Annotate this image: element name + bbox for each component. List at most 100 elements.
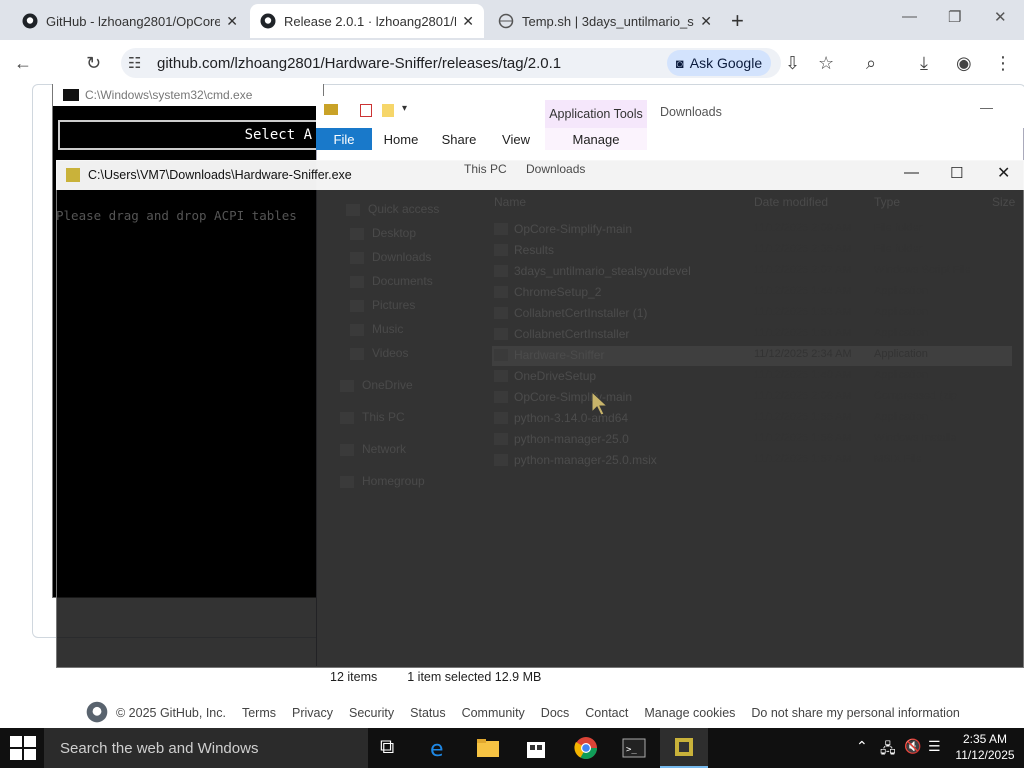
tray-chevron-icon[interactable]: ⌃ [856, 738, 868, 755]
chrome-icon[interactable] [574, 736, 598, 760]
qat-dropdown-icon[interactable]: ▾ [402, 103, 407, 114]
sniffer-maximize-icon[interactable]: ☐ [950, 164, 963, 182]
footer-link-privacy[interactable]: Privacy [292, 706, 333, 720]
nav-documents[interactable]: Documents [350, 274, 433, 288]
close-icon[interactable]: ✕ [462, 13, 474, 30]
col-size[interactable]: Size [992, 195, 1015, 209]
close-icon[interactable]: ✕ [226, 13, 238, 30]
tab-share[interactable]: Share [436, 128, 482, 150]
ask-google-button[interactable]: ◙ Ask Google [667, 50, 771, 76]
file-type: Windows Installe [874, 432, 957, 444]
nav-downloads[interactable]: Downloads [350, 250, 431, 264]
task-view-icon[interactable]: ⧉ [380, 736, 404, 760]
nav-network[interactable]: Network [340, 442, 406, 456]
file-row[interactable]: Results 11/12/2025 2:35 AM File folder [492, 241, 1012, 261]
tab-github-opcore[interactable]: GitHub - lzhoang2801/OpCore ✕ [12, 4, 248, 38]
file-row[interactable]: python-manager-25.0.msix 11/12/2025 1:57 … [492, 451, 1012, 471]
file-row[interactable]: python-manager-25.0 11/12/2025 1:58 AM Win… [492, 430, 1012, 450]
nav-homegroup[interactable]: Homegroup [340, 474, 425, 488]
footer-link-manage-cookies[interactable]: Manage cookies [644, 706, 735, 720]
file-date: 11/12/2025 1:40 AM [754, 369, 852, 381]
file-row[interactable]: CollabnetCertInstaller (1) 11/12/2025 1:5… [492, 304, 1012, 324]
tab-view[interactable]: View [494, 128, 538, 150]
properties-icon[interactable] [360, 104, 372, 117]
volume-muted-icon[interactable]: 🔇 [904, 738, 921, 755]
file-row[interactable]: ChromeSetup_2 11/12/2025 1:44 AM Applicati… [492, 283, 1012, 303]
footer-link-status[interactable]: Status [410, 706, 445, 720]
taskbar-search[interactable]: Search the web and Windows [44, 728, 368, 768]
nav-pictures[interactable]: Pictures [350, 298, 415, 312]
file-row-selected[interactable]: Hardware-Sniffer 11/12/2025 2:34 AM Applic… [492, 346, 1012, 366]
footer-link-community[interactable]: Community [462, 706, 525, 720]
sniffer-app-icon [66, 168, 80, 182]
tab-home[interactable]: Home [378, 128, 424, 150]
file-row[interactable]: 3days_untilmario_stealsyoudevel 11/12/202… [492, 262, 1012, 282]
bookmark-star-icon[interactable]: ☆ [818, 53, 834, 74]
folder-icon [324, 104, 338, 115]
file-row[interactable]: OpCore-Simplify-main 11/12/2025 2:09 AM Fi… [492, 220, 1012, 240]
file-name: 3days_untilmario_stealsyoudevel [514, 264, 691, 278]
taskbar-clock[interactable]: 2:35 AM 11/12/2025 [950, 731, 1020, 763]
tab-manage[interactable]: Manage [545, 128, 647, 150]
ask-google-label: Ask Google [689, 55, 763, 71]
network-tray-icon[interactable]: 🖧 [880, 738, 896, 762]
tab-label: Release 2.0.1 · lzhoang2801/Ha [284, 13, 457, 29]
tab-temp-sh[interactable]: Temp.sh | 3days_untilmario_ste ✕ [488, 4, 722, 38]
new-folder-icon[interactable] [382, 104, 394, 117]
site-settings-icon[interactable]: ☷ [128, 54, 141, 72]
file-row[interactable]: OneDriveSetup 11/12/2025 1:40 AM Applicati… [492, 367, 1012, 387]
menu-icon[interactable]: ⋮ [994, 53, 1012, 74]
file-date: 11/12/2025 1:53 AM [754, 306, 852, 318]
breadcrumb-this-pc[interactable]: This PC [464, 162, 507, 176]
nav-this-pc[interactable]: This PC [340, 410, 405, 424]
nav-label: Documents [372, 274, 433, 288]
tab-search-icon[interactable]: ⌕ [866, 53, 876, 74]
nav-quick-access[interactable]: Quick access [346, 202, 439, 216]
file-name: OneDriveSetup [514, 369, 597, 383]
sniffer-close-icon[interactable]: ✕ [997, 163, 1010, 183]
nav-onedrive[interactable]: OneDrive [340, 378, 413, 392]
file-row[interactable]: python-3.14.0-amd64 11/12/2025 1:55 AM App… [492, 409, 1012, 429]
col-name[interactable]: Name [494, 195, 526, 209]
sniffer-title: C:\Users\VM7\Downloads\Hardware-Sniffer.… [88, 168, 352, 182]
url-text[interactable]: github.com/lzhoang2801/Hardware-Sniffer/… [157, 55, 561, 72]
install-app-icon[interactable]: ⇩ [785, 53, 800, 74]
footer-link-docs[interactable]: Docs [541, 706, 569, 720]
windows-start-icon[interactable] [10, 736, 36, 763]
explorer-minimize-icon[interactable]: — [980, 100, 993, 115]
col-date[interactable]: Date modified [754, 195, 828, 209]
close-window-icon[interactable]: ✕ [994, 8, 1007, 26]
file-date: 11/12/2025 1:51 AM [754, 327, 852, 339]
col-type[interactable]: Type [874, 195, 900, 209]
reload-icon[interactable]: ↻ [86, 53, 101, 74]
file-row[interactable]: CollabnetCertInstaller 11/12/2025 1:51 AM… [492, 325, 1012, 345]
footer-link-security[interactable]: Security [349, 706, 394, 720]
breadcrumb-downloads[interactable]: Downloads [526, 162, 585, 176]
store-icon[interactable] [524, 736, 548, 760]
edge-icon[interactable]: e [428, 736, 452, 762]
action-center-icon[interactable]: ☰ [928, 738, 941, 755]
new-tab-button[interactable]: + [731, 8, 744, 34]
file-row[interactable]: OpCore-Simplify-main 11/12/2025 2:08 AM Co… [492, 388, 1012, 408]
file-type: Application [874, 411, 928, 423]
file-explorer-icon[interactable] [476, 736, 500, 760]
sniffer-taskbar-button[interactable] [660, 728, 708, 768]
nav-label: Videos [372, 346, 409, 360]
cmd-taskbar-icon[interactable]: >_ [622, 736, 646, 760]
restore-icon[interactable]: ❐ [948, 8, 961, 26]
sniffer-minimize-icon[interactable]: — [904, 164, 919, 181]
back-icon[interactable]: ← [14, 53, 32, 74]
footer-link-contact[interactable]: Contact [585, 706, 628, 720]
cmd-title-bar[interactable]: C:\Windows\system32\cmd.exe [53, 84, 323, 106]
minimize-icon[interactable]: — [902, 8, 917, 25]
download-icon[interactable]: ⤓ [920, 53, 928, 74]
profile-icon[interactable]: ◉ [956, 53, 972, 74]
nav-desktop[interactable]: Desktop [350, 226, 416, 240]
tab-file[interactable]: File [316, 128, 372, 150]
tab-release[interactable]: Release 2.0.1 · lzhoang2801/Ha ✕ [250, 4, 484, 38]
close-icon[interactable]: ✕ [700, 13, 712, 30]
nav-music[interactable]: Music [350, 322, 403, 336]
footer-link-do-not-share[interactable]: Do not share my personal information [751, 706, 959, 720]
footer-link-terms[interactable]: Terms [242, 706, 276, 720]
nav-videos[interactable]: Videos [350, 346, 408, 360]
